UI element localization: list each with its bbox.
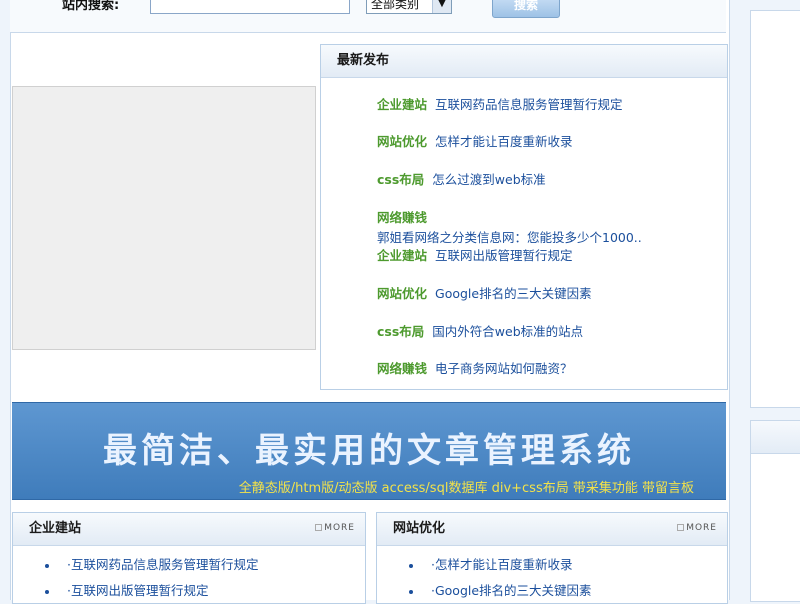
post-category-link[interactable]: css布局 <box>377 172 424 187</box>
more-link[interactable]: MORE <box>677 523 717 533</box>
category-panel-header: 企业建站 <box>13 513 365 546</box>
bullet-icon <box>409 563 413 568</box>
bullet-icon <box>409 589 413 594</box>
right-sidebar-top <box>750 10 800 408</box>
chevron-down-icon: ▼ <box>432 0 451 13</box>
banner-slogan: 最简洁、最实用的文章管理系统 <box>103 431 635 471</box>
post-title-link[interactable]: 互联网药品信息服务管理暂行规定 <box>435 97 623 112</box>
list-item[interactable]: ·互联网出版管理暂行规定 <box>45 580 208 599</box>
list-item[interactable]: ·互联网药品信息服务管理暂行规定 <box>45 554 258 573</box>
latest-post-item[interactable]: 网络赚钱 电子商务网站如何融资？ <box>377 358 573 377</box>
promo-banner: 最简洁、最实用的文章管理系统 全静态版/htm版/动态版 access/sql数… <box>12 402 726 500</box>
site-search-bar: 站内搜索: 全部类别 ▼ 搜索 <box>10 0 726 33</box>
post-category-link[interactable]: css布局 <box>377 324 424 339</box>
latest-post-item[interactable]: 网站优化 怎样才能让百度重新收录 <box>377 131 573 150</box>
latest-post-item[interactable]: css布局 怎么过渡到web标准 <box>377 169 546 188</box>
banner-features: 全静态版/htm版/动态版 access/sql数据库 div+css布局 带采… <box>238 481 694 496</box>
article-link[interactable]: ·互联网出版管理暂行规定 <box>67 583 208 598</box>
search-input[interactable] <box>150 0 350 14</box>
category-panel-header: 网站优化 <box>377 513 727 546</box>
post-category-link[interactable]: 网络赚钱 <box>377 361 427 376</box>
article-link[interactable]: ·Google排名的三大关键因素 <box>431 583 592 598</box>
category-panel-enterprise: 企业建站 MORE ·互联网药品信息服务管理暂行规定 ·互联网出版管理暂行规定 <box>12 512 366 604</box>
latest-post-item[interactable]: 企业建站 互联网药品信息服务管理暂行规定 <box>377 94 623 113</box>
more-link[interactable]: MORE <box>315 523 355 533</box>
post-title-link[interactable]: Google排名的三大关键因素 <box>435 286 592 301</box>
post-title-link[interactable]: 国内外符合web标准的站点 <box>432 324 583 339</box>
post-category-link[interactable]: 网络赚钱 <box>377 207 634 226</box>
featured-image-placeholder <box>12 86 316 350</box>
post-category-link[interactable]: 网站优化 <box>377 134 427 149</box>
latest-posts-panel: 最新发布 企业建站 互联网药品信息服务管理暂行规定 网站优化 怎样才能让百度重新收录… <box>320 44 728 390</box>
latest-post-item[interactable]: 网站优化 Google排名的三大关键因素 <box>377 283 592 302</box>
post-category-link[interactable]: 企业建站 <box>377 97 427 112</box>
category-select-value: 全部类别 <box>371 0 420 11</box>
category-panel-seo: 网站优化 MORE ·怎样才能让百度重新收录 ·Google排名的三大关键因素 <box>376 512 728 604</box>
bullet-icon <box>45 589 49 594</box>
search-button[interactable]: 搜索 <box>492 0 560 18</box>
list-item[interactable]: ·Google排名的三大关键因素 <box>409 580 592 599</box>
list-item[interactable]: ·怎样才能让百度重新收录 <box>409 554 572 573</box>
article-link[interactable]: ·互联网药品信息服务管理暂行规定 <box>67 557 258 572</box>
latest-post-item[interactable]: 网络赚钱郭姐看网络之分类信息网：您能投多少个1000.. <box>377 207 642 246</box>
bullet-icon <box>45 563 49 568</box>
post-title-link[interactable]: 怎样才能让百度重新收录 <box>435 134 573 149</box>
post-title-link[interactable]: 互联网出版管理暂行规定 <box>435 248 573 263</box>
post-category-link[interactable]: 网站优化 <box>377 286 427 301</box>
post-title-link[interactable]: 怎么过渡到web标准 <box>432 172 545 187</box>
category-select[interactable]: 全部类别 ▼ <box>366 0 452 14</box>
latest-post-item[interactable]: css布局 国内外符合web标准的站点 <box>377 321 583 340</box>
right-sidebar-bottom <box>750 420 800 602</box>
latest-posts-header: 最新发布 <box>321 45 727 78</box>
article-link[interactable]: ·怎样才能让百度重新收录 <box>431 557 572 572</box>
post-title-link[interactable]: 电子商务网站如何融资？ <box>435 361 573 376</box>
post-category-link[interactable]: 企业建站 <box>377 248 427 263</box>
search-label: 站内搜索: <box>62 0 120 13</box>
post-title-link[interactable]: 郭姐看网络之分类信息网：您能投多少个1000.. <box>377 230 642 245</box>
latest-post-item[interactable]: 企业建站 互联网出版管理暂行规定 <box>377 245 573 264</box>
